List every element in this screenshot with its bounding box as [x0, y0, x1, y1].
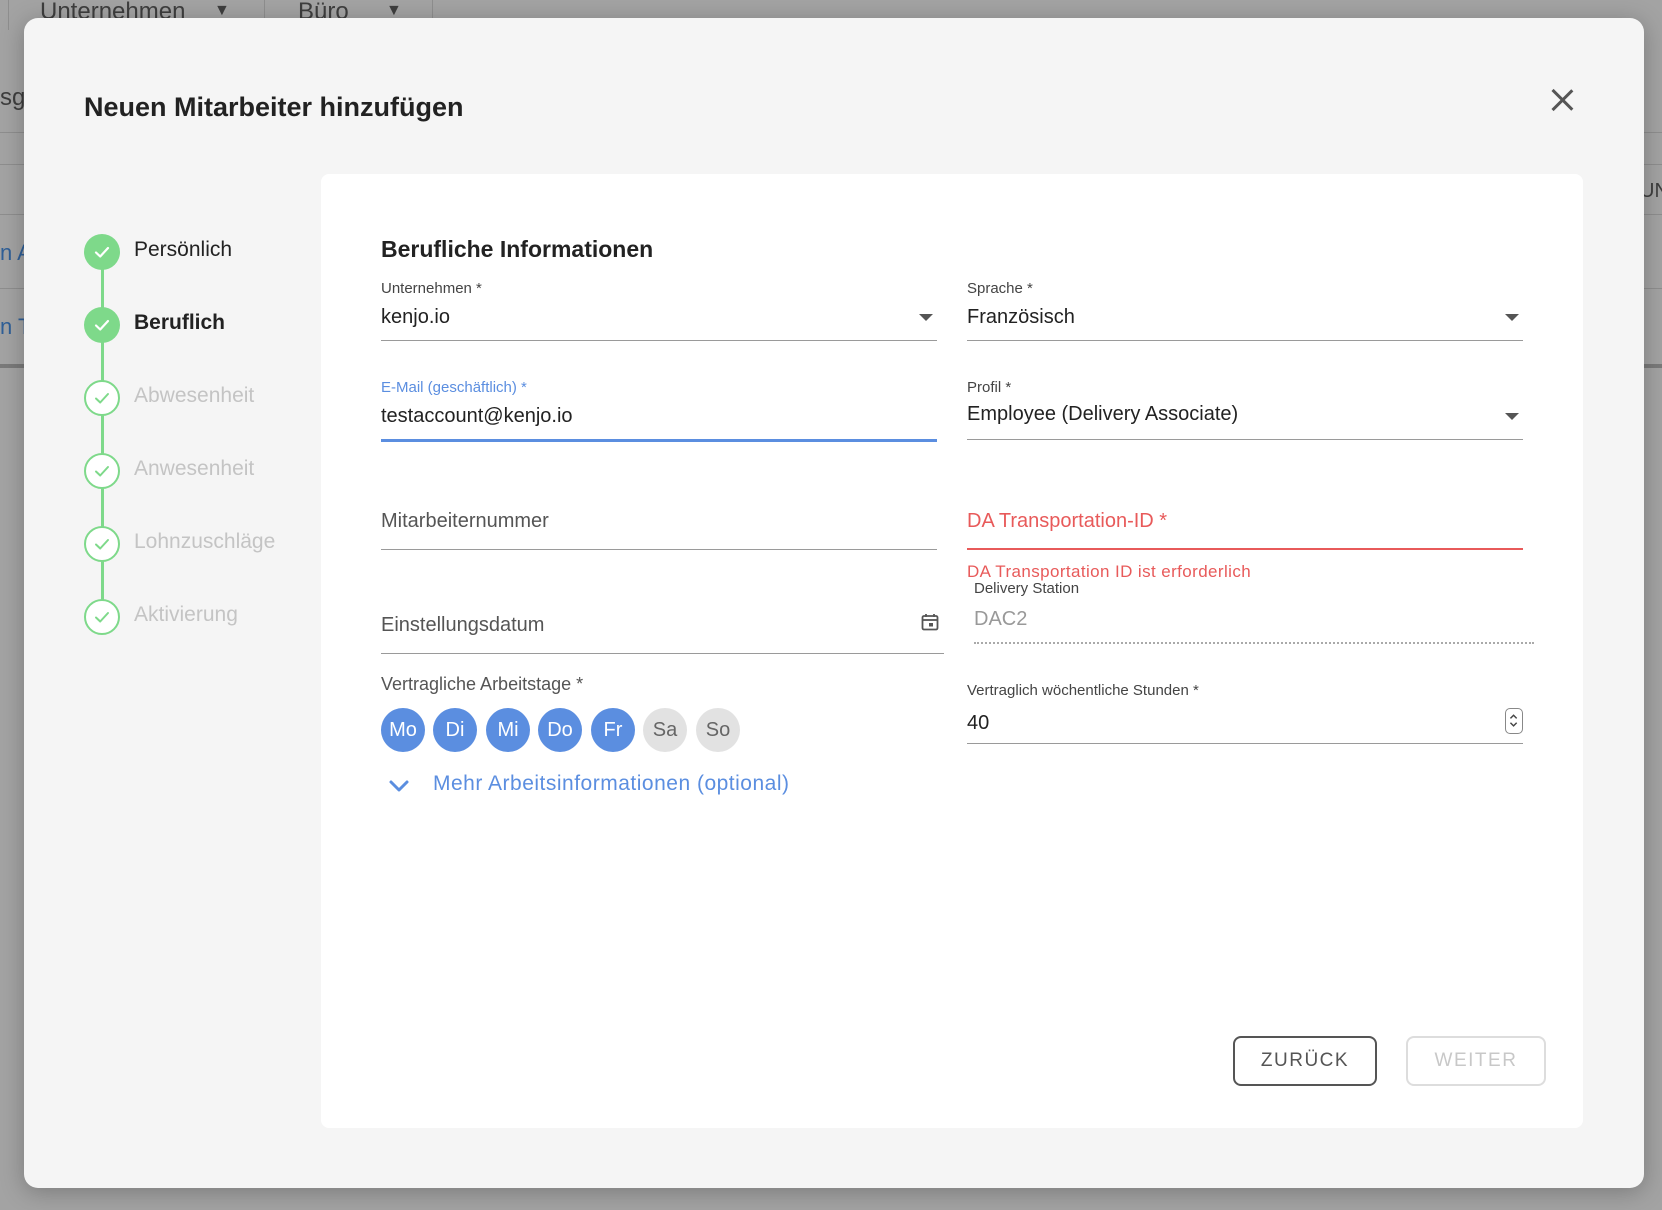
chevron-down-icon [389, 780, 409, 792]
check-icon [84, 599, 120, 635]
field-underline [381, 549, 937, 550]
weekly-hours-input[interactable]: Vertraglich wöchentliche Stunden * 40 [967, 682, 1523, 744]
day-toggle-do[interactable]: Do [538, 708, 582, 752]
language-select[interactable]: Sprache * Französisch [967, 280, 1523, 341]
day-toggle-so[interactable]: So [696, 708, 740, 752]
dropdown-arrow-icon [1505, 314, 1519, 321]
step-connector [101, 560, 104, 600]
company-value: kenjo.io [381, 306, 450, 328]
weekly-hours-value[interactable]: 40 [967, 712, 989, 735]
section-title: Berufliche Informationen [381, 236, 654, 262]
profile-select[interactable]: Profil * Employee (Delivery Associate) [967, 379, 1523, 440]
workdays-group: Vertragliche Arbeitstage * Mo Di Mi Do F… [381, 674, 781, 754]
check-icon [84, 307, 120, 343]
dropdown-arrow-icon [1505, 413, 1519, 420]
day-toggle-sa[interactable]: Sa [643, 708, 687, 752]
step-connector [101, 268, 104, 308]
error-message: DA Transportation ID ist erforderlich [967, 562, 1252, 581]
number-stepper-icon[interactable] [1505, 708, 1523, 734]
day-toggle-fr[interactable]: Fr [591, 708, 635, 752]
field-underline [381, 340, 937, 341]
field-underline-error [967, 548, 1523, 550]
next-button[interactable]: WEITER [1406, 1036, 1546, 1086]
step-label: Abwesenheit [134, 384, 255, 407]
dialog-title: Neuen Mitarbeiter hinzufügen [84, 92, 464, 122]
employee-number-placeholder: Mitarbeiternummer [381, 510, 549, 532]
email-field[interactable]: E-Mail (geschäftlich) * testaccount@kenj… [381, 379, 937, 442]
step-connector [101, 487, 104, 527]
more-work-info-label: Mehr Arbeitsinformationen (optional) [433, 772, 790, 795]
field-underline [967, 439, 1523, 440]
form-card: Berufliche Informationen Unternehmen * k… [321, 174, 1583, 1128]
step-connector [101, 341, 104, 381]
language-value: Französisch [967, 306, 1075, 328]
step-connector [101, 414, 104, 454]
day-toggle-mi[interactable]: Mi [486, 708, 530, 752]
da-transportation-id-placeholder: DA Transportation-ID * [967, 510, 1168, 532]
profile-label: Profil * [967, 379, 1012, 396]
profile-value: Employee (Delivery Associate) [967, 403, 1239, 425]
step-label: Lohnzuschläge [134, 530, 276, 553]
check-icon [84, 380, 120, 416]
email-value[interactable]: testaccount@kenjo.io [381, 405, 573, 428]
check-icon [84, 526, 120, 562]
check-icon [84, 453, 120, 489]
delivery-station-value: DAC2 [974, 608, 1028, 630]
day-toggle-di[interactable]: Di [433, 708, 477, 752]
dropdown-arrow-icon [919, 314, 933, 321]
weekly-hours-label: Vertraglich wöchentliche Stunden * [967, 682, 1199, 699]
calendar-icon[interactable] [920, 612, 940, 632]
field-underline [381, 653, 944, 654]
company-select[interactable]: Unternehmen * kenjo.io [381, 280, 937, 341]
da-transportation-id-field[interactable]: DA Transportation-ID * DA Transportation… [967, 510, 1523, 590]
workdays-label: Vertragliche Arbeitstage * [381, 674, 584, 694]
field-underline [967, 743, 1523, 744]
day-toggle-mo[interactable]: Mo [381, 708, 425, 752]
check-icon [84, 234, 120, 270]
field-underline-disabled [974, 642, 1534, 644]
back-button[interactable]: ZURÜCK [1233, 1036, 1377, 1086]
company-label: Unternehmen * [381, 280, 482, 297]
employee-number-field[interactable]: Mitarbeiternummer [381, 510, 937, 550]
step-label: Aktivierung [134, 603, 238, 626]
delivery-station-label: Delivery Station [974, 580, 1080, 597]
close-icon[interactable] [1542, 80, 1582, 120]
hire-date-placeholder: Einstellungsdatum [381, 614, 545, 636]
field-underline [967, 340, 1523, 341]
field-underline-focused [381, 439, 937, 442]
add-employee-dialog: Neuen Mitarbeiter hinzufügen Persönlich … [24, 18, 1644, 1188]
hire-date-field[interactable]: Einstellungsdatum [381, 614, 944, 654]
language-label: Sprache * [967, 280, 1033, 297]
step-label: Anwesenheit [134, 457, 255, 480]
email-label: E-Mail (geschäftlich) * [381, 379, 527, 396]
bg-text-fragment: sg [0, 84, 26, 111]
step-label: Persönlich [134, 238, 233, 261]
bg-divider [8, 0, 9, 30]
delivery-station-field: Delivery Station DAC2 [974, 580, 1534, 650]
step-label: Beruflich [134, 311, 226, 334]
